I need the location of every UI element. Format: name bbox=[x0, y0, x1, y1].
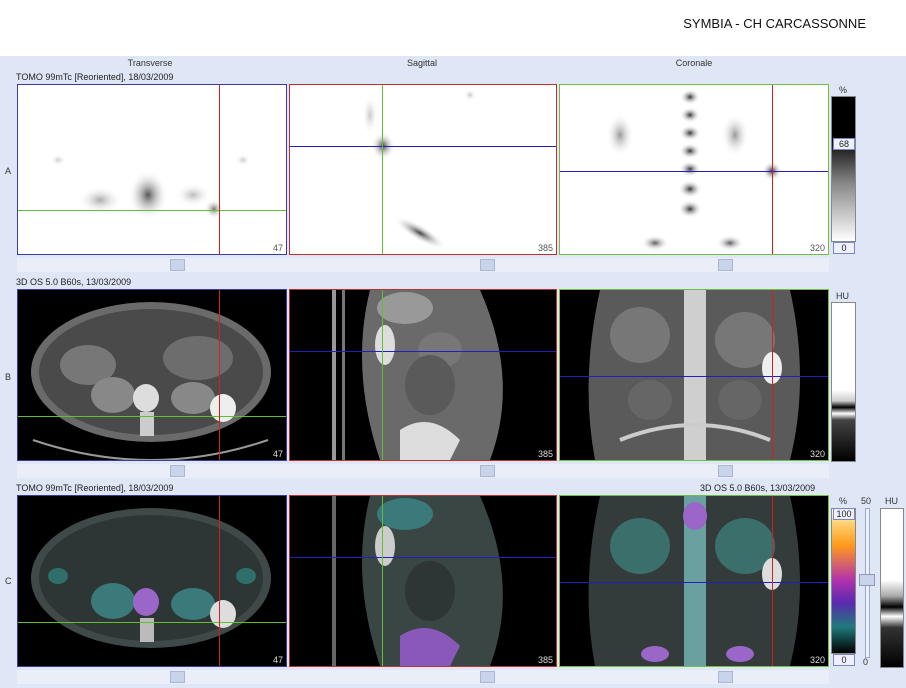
viewport-c-sagittal[interactable]: 385 bbox=[289, 495, 557, 667]
viewport-b-transverse[interactable]: 47 bbox=[17, 289, 287, 461]
crosshair-horizontal[interactable] bbox=[18, 622, 286, 623]
colorbar-a-max[interactable]: 68 bbox=[833, 138, 855, 150]
transverse-slice-slider[interactable] bbox=[170, 671, 185, 683]
crosshair-vertical[interactable] bbox=[772, 496, 773, 666]
crosshair-horizontal[interactable] bbox=[560, 582, 828, 583]
slice-number: 385 bbox=[537, 655, 553, 665]
slice-number: 320 bbox=[809, 243, 825, 253]
coronal-slice-slider[interactable] bbox=[718, 671, 733, 683]
viewport-b-coronal[interactable]: 320 bbox=[559, 289, 829, 461]
crosshair-horizontal[interactable] bbox=[290, 557, 556, 558]
row-a-label: A bbox=[5, 166, 12, 176]
coronal-slice-slider[interactable] bbox=[718, 465, 733, 477]
viewport-c-coronal[interactable]: 320 bbox=[559, 495, 829, 667]
transverse-slice-slider[interactable] bbox=[170, 465, 185, 477]
ct-colorbar-gradient[interactable] bbox=[880, 508, 904, 668]
transverse-slice-slider[interactable] bbox=[170, 259, 185, 271]
crosshair-vertical[interactable] bbox=[772, 85, 773, 254]
crosshair-vertical[interactable] bbox=[382, 496, 383, 666]
crosshair-vertical[interactable] bbox=[772, 290, 773, 460]
row-c-caption-ct: 3D OS 5.0 B60s, 13/03/2009 bbox=[700, 483, 816, 493]
column-header-coronal: Coronale bbox=[675, 58, 713, 68]
row-b-slice-strip bbox=[17, 464, 829, 478]
row-c-slice-strip bbox=[17, 670, 829, 684]
slice-number: 320 bbox=[809, 655, 825, 665]
viewport-a-sagittal[interactable]: 385 bbox=[289, 84, 557, 255]
column-header-sagittal: Sagittal bbox=[406, 58, 438, 68]
column-header-transverse: Transverse bbox=[127, 58, 173, 68]
colorbar-c-gradient[interactable] bbox=[831, 508, 856, 654]
colorbar-a-gradient[interactable] bbox=[831, 96, 856, 242]
site-title: SYMBIA - CH CARCASSONNE bbox=[683, 16, 866, 31]
viewport-a-transverse[interactable]: 47 bbox=[17, 84, 287, 255]
crosshair-vertical[interactable] bbox=[219, 496, 220, 666]
row-c-caption-nm: TOMO 99mTc [Reoriented], 18/03/2009 bbox=[16, 483, 174, 493]
colorbar-a-min[interactable]: 0 bbox=[833, 242, 855, 254]
crosshair-vertical[interactable] bbox=[382, 290, 383, 460]
crosshair-horizontal[interactable] bbox=[560, 171, 828, 172]
colorbar-c-max[interactable]: 100 bbox=[833, 508, 855, 520]
slice-number: 320 bbox=[809, 449, 825, 459]
row-c-label: C bbox=[5, 576, 12, 586]
blend-slider-thumb[interactable] bbox=[859, 574, 875, 586]
crosshair-horizontal[interactable] bbox=[290, 146, 556, 147]
viewport-a-coronal[interactable]: 320 bbox=[559, 84, 829, 255]
colorbar-c-unit: % bbox=[839, 496, 848, 506]
row-a-caption: TOMO 99mTc [Reoriented], 18/03/2009 bbox=[16, 72, 174, 82]
coronal-slice-slider[interactable] bbox=[718, 259, 733, 271]
crosshair-vertical[interactable] bbox=[219, 85, 220, 254]
slice-number: 385 bbox=[537, 449, 553, 459]
sagittal-slice-slider[interactable] bbox=[480, 465, 495, 477]
slice-number: 47 bbox=[272, 449, 283, 459]
crosshair-horizontal[interactable] bbox=[290, 351, 556, 352]
viewport-b-sagittal[interactable]: 385 bbox=[289, 289, 557, 461]
blend-label: 50 bbox=[861, 496, 872, 506]
crosshair-horizontal[interactable] bbox=[560, 376, 828, 377]
colorbar-b-unit: HU bbox=[836, 291, 849, 301]
crosshair-vertical[interactable] bbox=[219, 290, 220, 460]
viewport-c-transverse[interactable]: 47 bbox=[17, 495, 287, 667]
row-b-caption: 3D OS 5.0 B60s, 13/03/2009 bbox=[16, 277, 132, 287]
colorbar-a-unit: % bbox=[839, 85, 848, 95]
row-b-label: B bbox=[5, 372, 12, 382]
crosshair-horizontal[interactable] bbox=[18, 416, 286, 417]
colorbar-b-gradient[interactable] bbox=[831, 302, 856, 462]
ct-colorbar-unit: HU bbox=[885, 496, 898, 506]
row-a-slice-strip bbox=[17, 258, 829, 272]
slice-number: 47 bbox=[272, 243, 283, 253]
crosshair-horizontal[interactable] bbox=[18, 210, 286, 211]
slice-number: 385 bbox=[537, 243, 553, 253]
crosshair-vertical[interactable] bbox=[382, 85, 383, 254]
sagittal-slice-slider[interactable] bbox=[480, 259, 495, 271]
slice-number: 47 bbox=[272, 655, 283, 665]
blend-min-label: 0 bbox=[863, 657, 869, 667]
sagittal-slice-slider[interactable] bbox=[480, 671, 495, 683]
colorbar-c-min[interactable]: 0 bbox=[833, 654, 855, 666]
